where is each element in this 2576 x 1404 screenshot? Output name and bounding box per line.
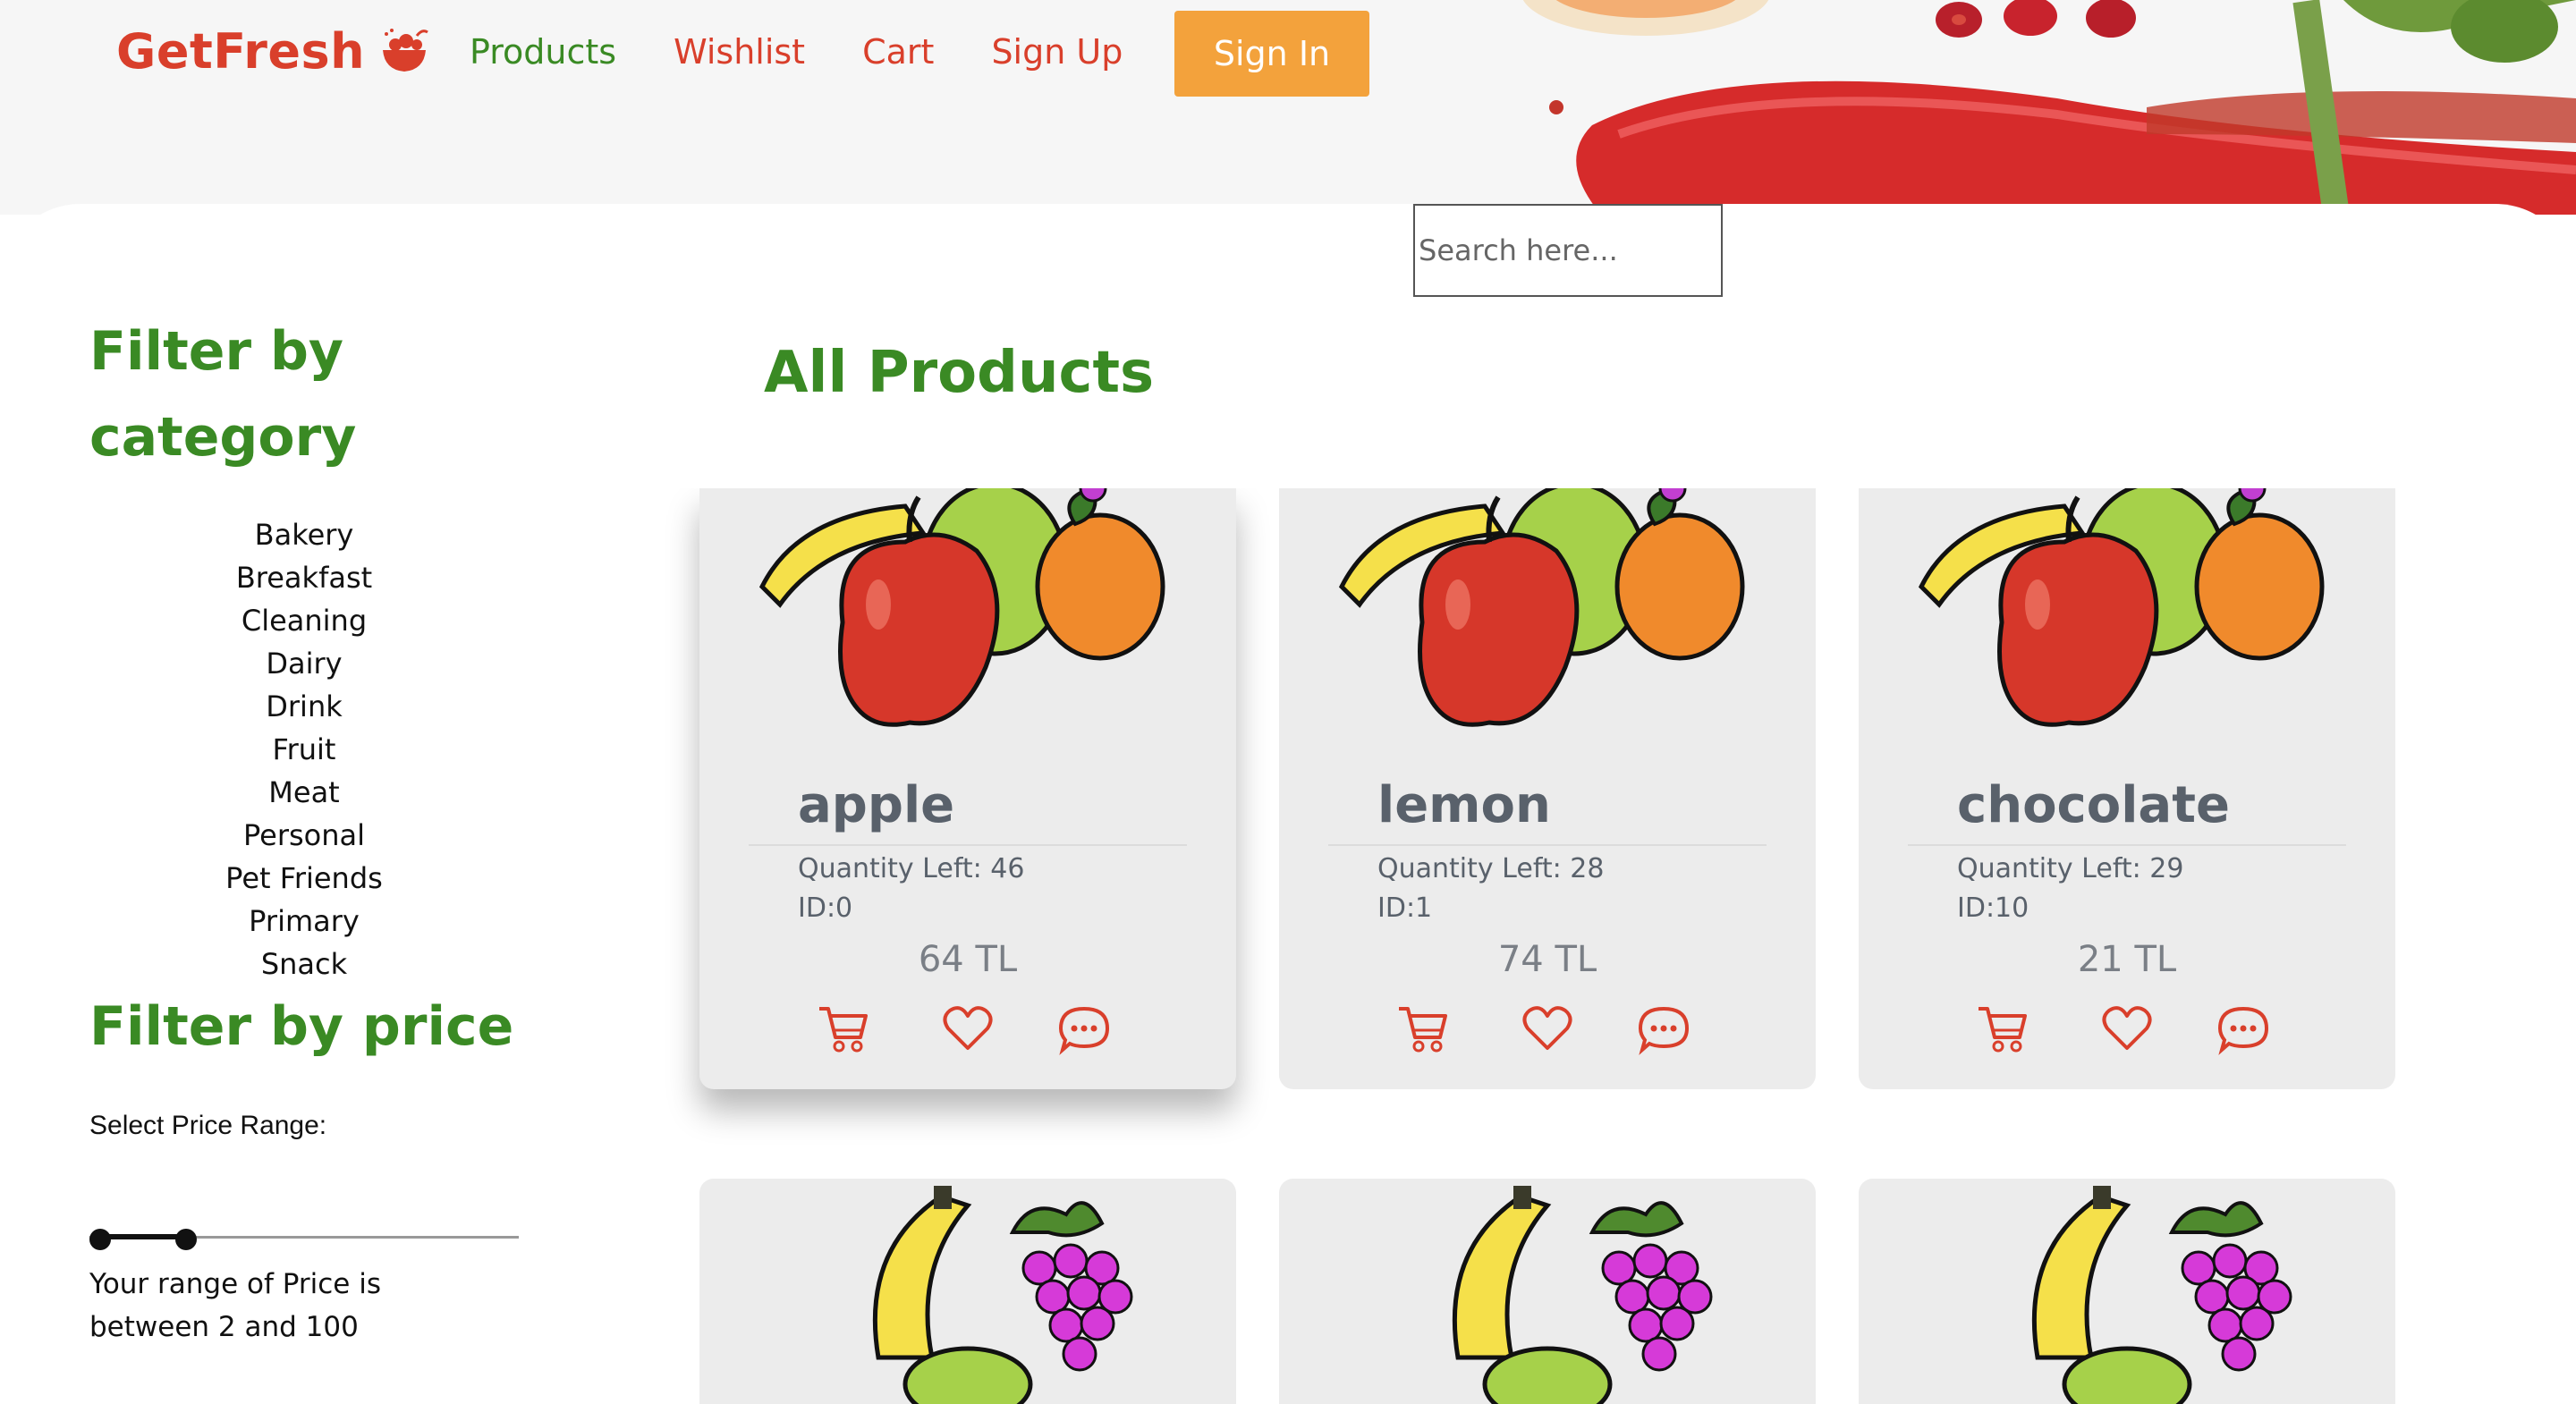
product-price: 21 TL [2077,939,2177,980]
fruit-bowl-icon [383,28,428,72]
product-quantity: Quantity Left: 29 [1957,853,2184,884]
product-image [1859,488,2395,757]
nav-products[interactable]: Products [470,32,616,72]
product-price: 74 TL [1497,939,1597,980]
product-image [699,1179,1236,1404]
cart-icon[interactable] [1975,1002,2029,1055]
cart-icon[interactable] [816,1002,869,1055]
search-input[interactable] [1413,204,1723,297]
product-id: ID:10 [1957,892,2029,924]
product-card[interactable]: apple Quantity Left: 46 ID:0 64 TL [699,488,1236,1089]
brand-name: GetFresh [116,23,366,80]
nav-cart[interactable]: Cart [862,32,934,72]
product-card[interactable] [699,1179,1236,1404]
site-header: GetFresh Products Wishlist Cart Sign Up … [0,0,2576,215]
all-products-title: All Products [764,340,1155,406]
nav-sign-up[interactable]: Sign Up [991,32,1123,72]
product-image [1279,488,1816,757]
heart-icon[interactable] [941,1002,995,1055]
heart-icon[interactable] [1521,1002,1574,1055]
comment-icon[interactable] [2216,1002,2270,1055]
filter-category-title: Filter by category [89,320,357,469]
product-price: 64 TL [918,939,1018,980]
product-name: chocolate [1957,776,2230,834]
product-grid: apple Quantity Left: 46 ID:0 64 TL lemon… [0,488,2576,1404]
divider [749,844,1187,846]
heart-icon[interactable] [2100,1002,2154,1055]
product-image [699,488,1236,757]
product-card[interactable]: chocolate Quantity Left: 29 ID:10 21 TL [1859,488,2395,1089]
product-image [1279,1179,1816,1404]
product-quantity: Quantity Left: 46 [798,853,1025,884]
main-nav: Products Wishlist Cart Sign Up [470,32,1180,72]
product-card[interactable]: lemon Quantity Left: 28 ID:1 74 TL [1279,488,1816,1089]
comment-icon[interactable] [1637,1002,1690,1055]
divider [1328,844,1767,846]
product-name: lemon [1377,776,1551,834]
product-id: ID:0 [798,892,853,924]
divider [1908,844,2346,846]
product-quantity: Quantity Left: 28 [1377,853,1605,884]
cart-icon[interactable] [1395,1002,1449,1055]
nav-wishlist[interactable]: Wishlist [674,32,805,72]
product-id: ID:1 [1377,892,1433,924]
vegetables-banner-image [1522,0,2576,215]
product-card[interactable] [1279,1179,1816,1404]
product-name: apple [798,776,955,834]
comment-icon[interactable] [1057,1002,1111,1055]
product-card[interactable] [1859,1179,2395,1404]
brand-logo[interactable]: GetFresh [116,23,429,80]
product-image [1859,1179,2395,1404]
sign-in-button[interactable]: Sign In [1174,11,1369,97]
